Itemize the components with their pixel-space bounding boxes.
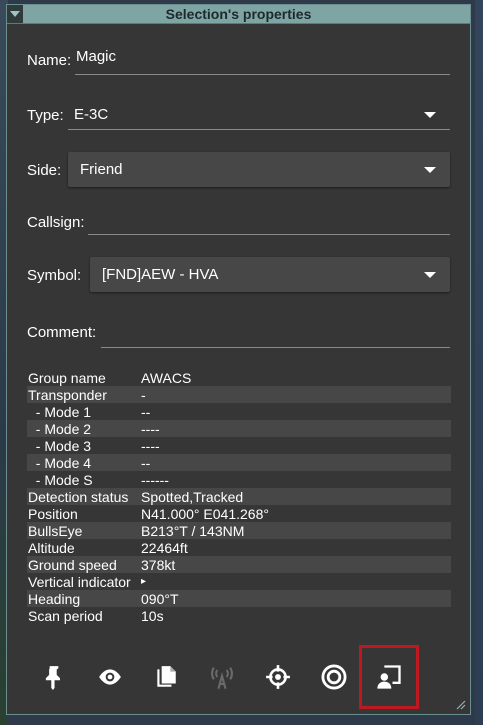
property-row: Scan period 10s [27, 607, 451, 624]
action-toolbar [25, 645, 445, 711]
property-row: - Mode 4 -- [27, 454, 451, 471]
property-key: - Mode 2 [28, 420, 92, 437]
comment-label: Comment: [27, 324, 97, 341]
property-row: - Mode 1 -- [27, 403, 451, 420]
side-dropdown[interactable]: Friend [68, 152, 450, 187]
property-row: Group name AWACS [27, 369, 451, 386]
type-label: Type: [27, 107, 64, 124]
property-value: ---- [141, 437, 160, 454]
unit-details-button[interactable] [359, 645, 419, 709]
pin-icon [45, 666, 60, 690]
property-key: Detection status [28, 488, 129, 505]
property-value: - [141, 386, 146, 403]
property-key: Ground speed [28, 556, 117, 573]
property-row: Vertical indicator ▸ [27, 573, 451, 590]
callsign-label: Callsign: [27, 214, 85, 231]
property-value: 090°T [141, 590, 179, 607]
property-key: Heading [28, 590, 81, 607]
property-row: - Mode 3 ---- [27, 437, 451, 454]
property-value: 378kt [141, 556, 176, 573]
symbol-dropdown[interactable]: [FND]AEW - HVA [90, 257, 450, 292]
property-row: Transponder - [27, 386, 451, 403]
property-key: Position [28, 505, 78, 522]
callsign-field[interactable] [88, 209, 450, 235]
property-key: Scan period [28, 607, 103, 624]
property-value: 10s [141, 607, 164, 624]
map-background-right [475, 0, 483, 725]
center-on-unit-button[interactable] [249, 645, 307, 709]
property-key: - Mode 4 [28, 454, 92, 471]
vertical-indicator-expander[interactable]: ▸ [141, 576, 451, 587]
antenna-icon [211, 667, 233, 689]
property-key: - Mode 3 [28, 437, 92, 454]
property-key: Vertical indicator [28, 573, 131, 590]
crosshair-icon [266, 665, 290, 689]
property-value: N41.000° E041.268° [141, 505, 269, 522]
target-icon [321, 664, 347, 690]
property-value: B213°T / 143NM [141, 522, 245, 539]
eye-icon [99, 669, 121, 685]
copy-button[interactable] [137, 645, 195, 709]
property-row: Heading 090°T [27, 590, 451, 607]
property-value: -- [141, 454, 151, 471]
property-row: Altitude 22464ft [27, 539, 451, 556]
name-label: Name: [27, 52, 72, 69]
visibility-button[interactable] [81, 645, 139, 709]
radar-emission-button[interactable] [193, 645, 251, 709]
property-key: - Mode S [28, 471, 93, 488]
chevron-down-icon [424, 166, 436, 173]
chevron-down-icon [424, 271, 436, 278]
property-row: - Mode S ------ [27, 471, 451, 488]
side-label: Side: [27, 162, 62, 179]
property-key: Altitude [28, 539, 75, 556]
property-key: - Mode 1 [28, 403, 92, 420]
target-button[interactable] [305, 645, 363, 709]
resize-grip-icon[interactable] [456, 700, 466, 710]
property-value: Spotted,Tracked [141, 488, 244, 505]
property-row: Position N41.000° E041.268° [27, 505, 451, 522]
type-value: E-3C [74, 106, 109, 123]
panel-title: Selection's properties [165, 6, 312, 22]
property-value: AWACS [141, 369, 192, 386]
property-value: 22464ft [141, 539, 188, 556]
side-value: Friend [80, 161, 123, 178]
comment-field[interactable] [101, 318, 450, 348]
property-key: BullsEye [28, 522, 83, 539]
selection-properties-panel: Selection's properties Name: Magic Type:… [6, 4, 471, 715]
panel-titlebar[interactable]: Selection's properties [7, 5, 470, 24]
property-value: ------ [141, 471, 169, 488]
chevron-down-icon [424, 112, 436, 118]
pin-button[interactable] [25, 645, 83, 709]
property-row: - Mode 2 ---- [27, 420, 451, 437]
copy-icon [157, 666, 176, 687]
property-value: ---- [141, 420, 160, 437]
property-row: BullsEye B213°T / 143NM [27, 522, 451, 539]
property-row: Ground speed 378kt [27, 556, 451, 573]
person-card-icon [377, 665, 401, 689]
symbol-label: Symbol: [27, 267, 82, 284]
properties-table: Group name AWACS Transponder - - Mode 1 -- … [27, 369, 451, 624]
property-key: Transponder [28, 386, 107, 403]
property-value: -- [141, 403, 151, 420]
property-row: Detection status Spotted,Tracked [27, 488, 451, 505]
property-key: Group name [28, 369, 106, 386]
type-dropdown[interactable]: E-3C [68, 101, 450, 130]
symbol-value: [FND]AEW - HVA [102, 266, 219, 283]
name-field[interactable]: Magic [75, 48, 450, 75]
